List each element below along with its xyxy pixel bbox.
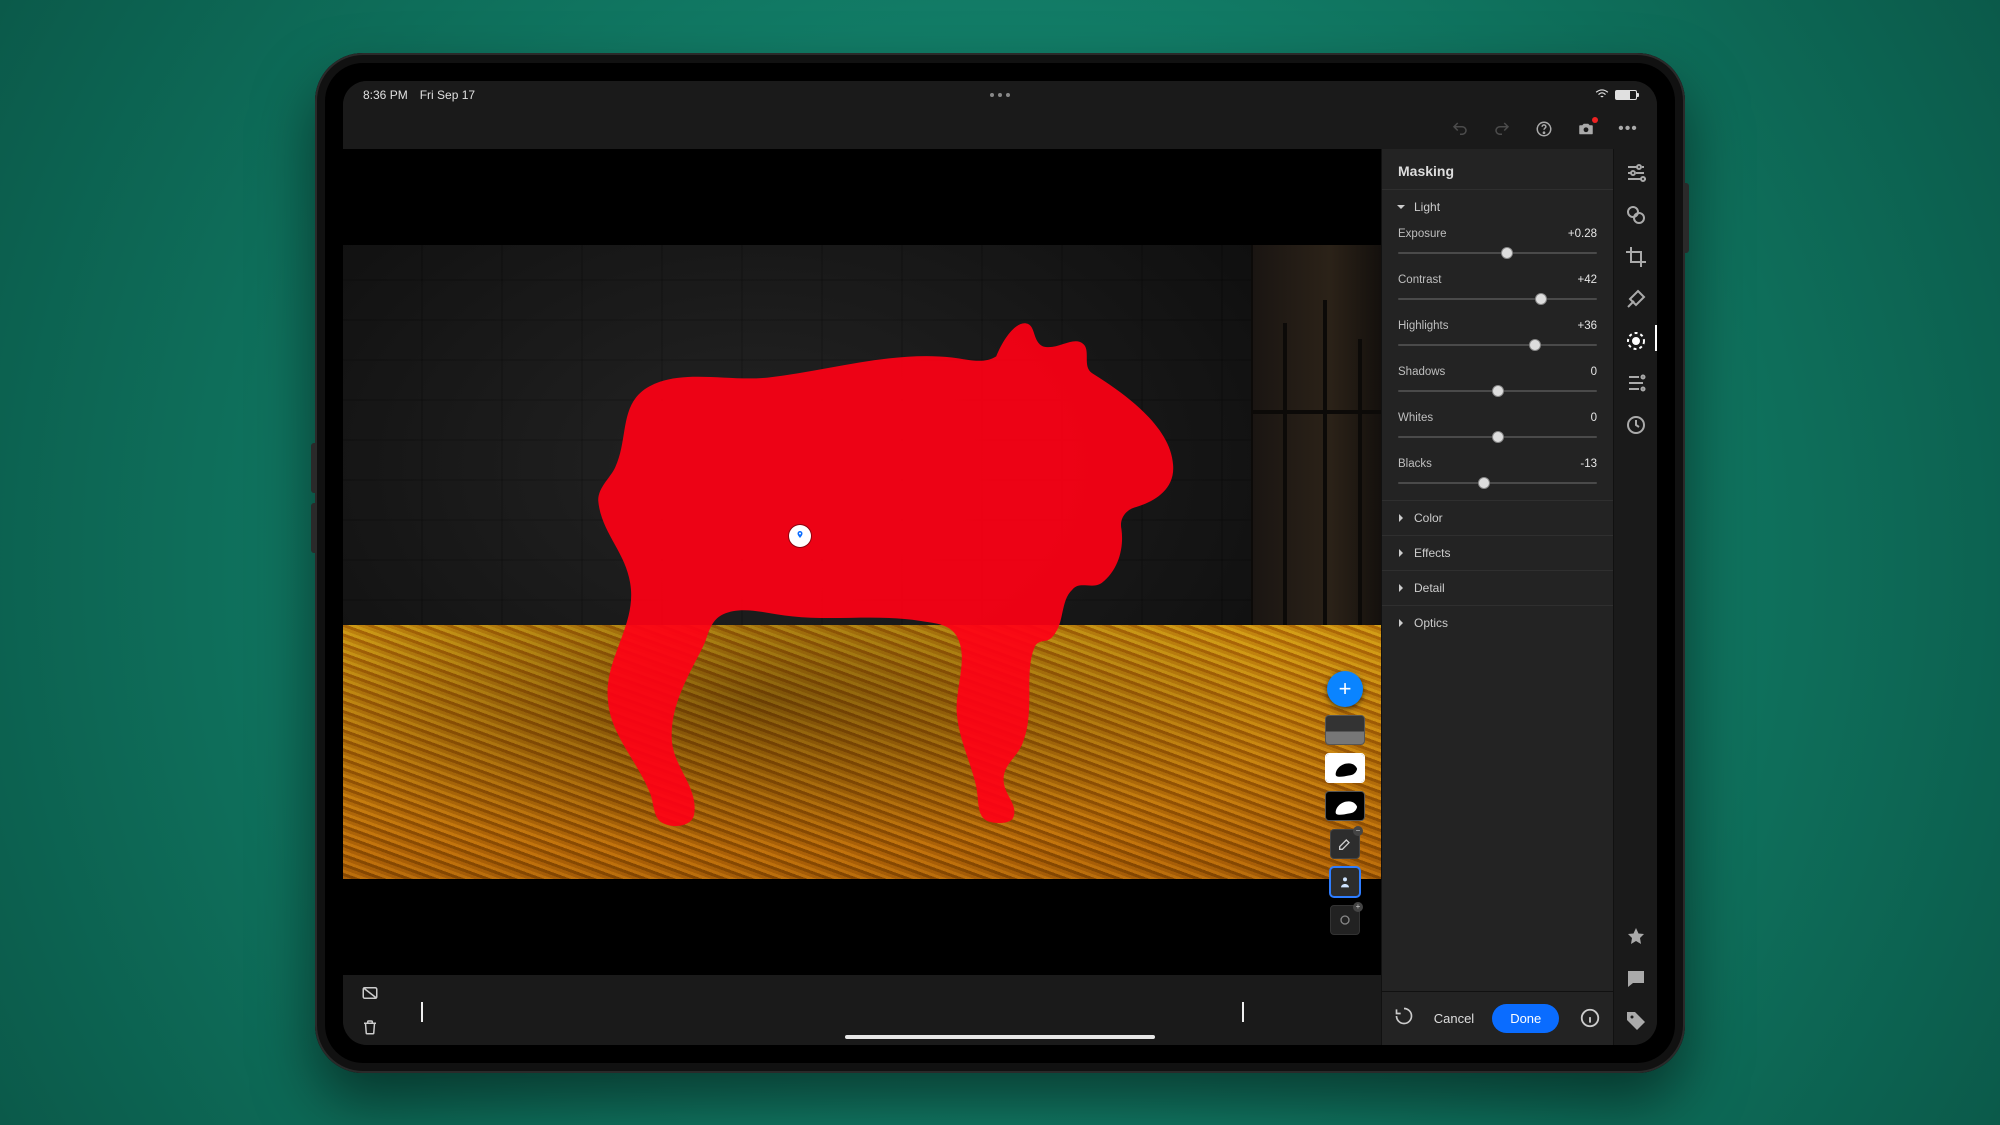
crop-icon[interactable]	[1624, 245, 1648, 269]
slider-label: Blacks	[1398, 458, 1432, 470]
photo-background	[343, 245, 1381, 879]
mask-tool-eraser[interactable]: +	[1330, 905, 1360, 935]
group-toggle-optics[interactable]: Optics	[1382, 605, 1613, 640]
battery-icon	[1615, 90, 1637, 100]
group-label-effects: Effects	[1414, 546, 1450, 560]
slider-knob[interactable]	[1529, 339, 1541, 351]
compare-icon[interactable]	[359, 982, 381, 1004]
group-label-color: Color	[1414, 511, 1443, 525]
slider-label: Highlights	[1398, 320, 1449, 332]
top-toolbar: •••	[343, 109, 1657, 149]
status-date: Fri Sep 17	[420, 88, 475, 102]
mask-thumb-1[interactable]	[1325, 715, 1365, 745]
slider-label: Shadows	[1398, 366, 1445, 378]
redo-icon[interactable]	[1491, 118, 1513, 140]
rail-active-indicator	[1655, 325, 1657, 351]
status-time: 8:36 PM	[363, 88, 408, 102]
notification-dot	[1592, 117, 1598, 123]
app-screen: 8:36 PM Fri Sep 17	[343, 81, 1657, 1045]
masking-tool-icon[interactable]	[1624, 329, 1648, 353]
chevron-right-icon	[1396, 618, 1406, 628]
help-icon[interactable]	[1533, 118, 1555, 140]
trash-icon[interactable]	[359, 1016, 381, 1038]
slider-label: Contrast	[1398, 274, 1441, 286]
tablet-device-frame: 8:36 PM Fri Sep 17	[315, 53, 1685, 1073]
multitask-dots-icon[interactable]	[990, 93, 1010, 97]
mask-thumb-2[interactable]	[1325, 753, 1365, 783]
info-icon[interactable]	[1579, 1007, 1601, 1029]
masking-panel: Masking Light Exposure +0.28 Contrast +42	[1381, 149, 1613, 1045]
group-toggle-color[interactable]: Color	[1382, 500, 1613, 535]
chevron-right-icon	[1396, 583, 1406, 593]
slider-value: +36	[1577, 320, 1597, 332]
group-toggle-detail[interactable]: Detail	[1382, 570, 1613, 605]
undo-icon[interactable]	[1449, 118, 1471, 140]
image-canvas[interactable]: +	[343, 149, 1381, 975]
more-options-icon[interactable]: •••	[1617, 118, 1639, 140]
geometry-icon[interactable]	[1624, 371, 1648, 395]
mask-pin-icon[interactable]	[789, 525, 811, 547]
slider-knob[interactable]	[1492, 385, 1504, 397]
slider-knob[interactable]	[1492, 431, 1504, 443]
slider-label: Whites	[1398, 412, 1433, 424]
slider-contrast[interactable]: Contrast +42	[1382, 270, 1613, 316]
group-toggle-effects[interactable]: Effects	[1382, 535, 1613, 570]
comments-icon[interactable]	[1624, 967, 1648, 991]
mask-stack: +	[1325, 671, 1365, 935]
panel-title: Masking	[1382, 149, 1613, 189]
tag-icon[interactable]	[1624, 1009, 1648, 1033]
slider-value: +42	[1577, 274, 1597, 286]
chevron-down-icon	[1396, 202, 1406, 212]
add-mask-button[interactable]: +	[1327, 671, 1363, 707]
slider-knob[interactable]	[1535, 293, 1547, 305]
slider-value: -13	[1580, 458, 1597, 470]
slider-highlights[interactable]: Highlights +36	[1382, 316, 1613, 362]
slider-whites[interactable]: Whites 0	[1382, 408, 1613, 454]
mask-tool-select-subject[interactable]	[1330, 867, 1360, 897]
star-icon[interactable]	[1624, 925, 1648, 949]
slider-exposure[interactable]: Exposure +0.28	[1382, 224, 1613, 270]
slider-knob[interactable]	[1501, 247, 1513, 259]
reset-icon[interactable]	[1394, 1006, 1414, 1031]
healing-brush-icon[interactable]	[1624, 287, 1648, 311]
slider-value: 0	[1591, 366, 1597, 378]
cancel-button[interactable]: Cancel	[1434, 1011, 1474, 1026]
slider-label: Exposure	[1398, 228, 1447, 240]
device-power-button	[1685, 183, 1689, 253]
camera-icon[interactable]	[1575, 118, 1597, 140]
slider-value: 0	[1591, 412, 1597, 424]
slider-shadows[interactable]: Shadows 0	[1382, 362, 1613, 408]
slider-value: +0.28	[1568, 228, 1597, 240]
mask-thumb-3[interactable]	[1325, 791, 1365, 821]
chevron-right-icon	[1396, 548, 1406, 558]
group-label-optics: Optics	[1414, 616, 1448, 630]
device-volume-down	[311, 503, 315, 553]
slider-blacks[interactable]: Blacks -13	[1382, 454, 1613, 500]
presets-icon[interactable]	[1624, 203, 1648, 227]
filmstrip-scrubber[interactable]	[403, 996, 1315, 1024]
group-label-detail: Detail	[1414, 581, 1445, 595]
mask-tool-brush[interactable]: −	[1330, 829, 1360, 859]
wifi-icon	[1595, 88, 1609, 102]
done-button[interactable]: Done	[1492, 1004, 1559, 1033]
status-bar: 8:36 PM Fri Sep 17	[343, 81, 1657, 109]
group-toggle-light[interactable]: Light	[1382, 189, 1613, 224]
edit-sliders-icon[interactable]	[1624, 161, 1648, 185]
chevron-right-icon	[1396, 513, 1406, 523]
device-volume-up	[311, 443, 315, 493]
right-tool-rail	[1613, 149, 1657, 1045]
versions-icon[interactable]	[1624, 413, 1648, 437]
slider-knob[interactable]	[1478, 477, 1490, 489]
group-label-light: Light	[1414, 200, 1440, 214]
home-indicator[interactable]	[845, 1035, 1155, 1039]
